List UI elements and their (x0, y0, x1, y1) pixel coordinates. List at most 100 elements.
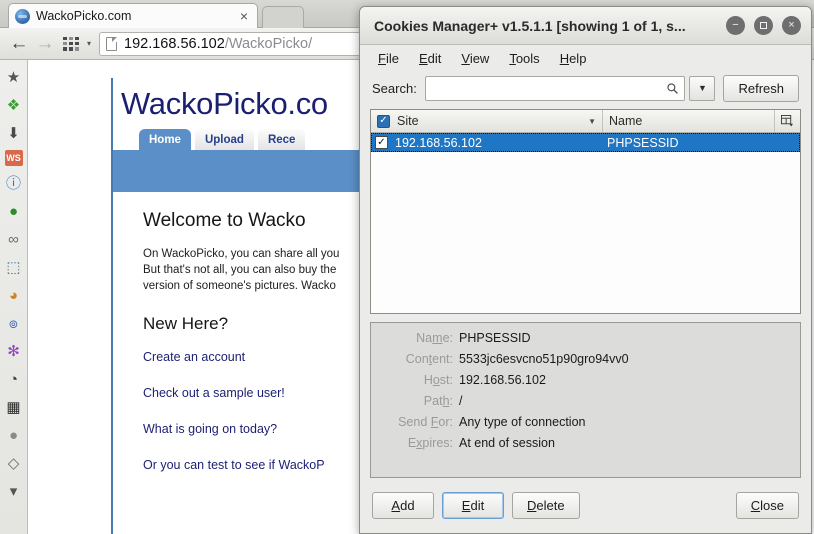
refresh-button[interactable]: Refresh (723, 74, 799, 102)
cookie-list: ✓ Site ▼ Name ✓ 192.168.56.102 PHPSESSID (370, 109, 801, 314)
detail-row: Host: 192.168.56.102 (371, 373, 790, 387)
forward-arrow-icon: → (35, 33, 55, 54)
cookie-icon[interactable]: ◔ (3, 368, 25, 390)
detail-row: Expires: At end of session (371, 436, 790, 450)
detail-row: Name: PHPSESSID (371, 331, 790, 345)
blue-swirl-icon[interactable]: ๏ (3, 312, 25, 334)
menu-item-tools[interactable]: Tools (501, 48, 547, 69)
grid-box-icon[interactable]: ▦ (3, 396, 25, 418)
dialog-menubar: File Edit View Tools Help (360, 45, 811, 71)
detail-row: Send For: Any type of connection (371, 415, 790, 429)
cookie-list-body: ✓ 192.168.56.102 PHPSESSID (371, 133, 800, 313)
search-dropdown-button[interactable]: ▼ (689, 75, 716, 101)
column-picker-icon (781, 115, 794, 127)
column-header-name-label: Name (609, 114, 643, 128)
refresh-button-label: Refresh (738, 80, 784, 96)
new-tab-button[interactable] (262, 6, 304, 28)
close-button[interactable]: × (782, 16, 801, 35)
detail-label: Content: (405, 352, 453, 366)
wackopicko-page: WackoPicko.co Home Upload Rece Welcome to … (111, 78, 401, 534)
detail-value: At end of session (459, 436, 555, 450)
cookie-detail-panel: Name: PHPSESSID Content: 5533jc6esvcno51p90… (370, 322, 801, 478)
detail-row: Path: / (371, 394, 790, 408)
page-document-icon (106, 36, 118, 51)
close-icon: × (788, 19, 795, 31)
page-tab-home[interactable]: Home (139, 129, 191, 150)
url-host: 192.168.56.102 (124, 35, 225, 52)
minimize-button[interactable]: − (726, 16, 745, 35)
bookmark-star-icon[interactable]: ★ (3, 66, 25, 88)
row-site: 192.168.56.102 (395, 135, 482, 150)
menu-item-help[interactable]: Help (552, 48, 595, 69)
page-tab-upload[interactable]: Upload (194, 129, 254, 150)
page-banner (113, 150, 399, 192)
dialog-title: Cookies Manager+ v1.5.1.1 [showing 1 of … (374, 17, 686, 34)
grid-icon (63, 36, 79, 51)
chevron-down-icon[interactable]: ▾ (87, 39, 91, 48)
search-input[interactable] (430, 80, 667, 96)
menu-item-view[interactable]: View (453, 48, 497, 69)
download-arrow-icon[interactable]: ⬇ (3, 122, 25, 144)
info-bubble-icon[interactable]: ⓘ (3, 172, 25, 194)
search-row: Search: ▼ Refresh (360, 71, 811, 105)
dialog-titlebar[interactable]: Cookies Manager+ v1.5.1.1 [showing 1 of … (360, 7, 811, 45)
purple-bug-icon[interactable]: ✻ (3, 340, 25, 362)
menu-item-file[interactable]: File (370, 48, 407, 69)
page-tabs: Home Upload Rece (113, 124, 399, 150)
delete-button[interactable]: Delete (512, 492, 580, 519)
page-body: Welcome to Wacko On WackoPicko, you can … (113, 192, 399, 472)
search-label: Search: (372, 80, 417, 96)
dialog-button-bar: Add Edit Delete Close (360, 478, 811, 533)
select-all-checkbox[interactable]: ✓ (377, 114, 390, 128)
detail-label: Host: (423, 373, 453, 387)
close-dialog-button[interactable]: Close (735, 492, 799, 519)
puzzle-addon-icon[interactable]: ❖ (3, 94, 25, 116)
overflow-chevron-icon[interactable]: ▾ (3, 480, 25, 502)
page-tab-rece[interactable]: Rece (257, 129, 306, 150)
detail-value: 192.168.56.102 (459, 373, 546, 387)
column-header-site-label: Site (397, 114, 419, 128)
close-icon[interactable]: × (237, 9, 251, 23)
globe-icon (15, 8, 30, 24)
chevron-down-icon: ▼ (698, 83, 707, 93)
table-row[interactable]: ✓ 192.168.56.102 PHPSESSID (371, 133, 800, 152)
back-button[interactable]: ← (6, 31, 32, 57)
edit-button[interactable]: Edit (442, 492, 504, 519)
detail-label: Name: (416, 331, 453, 345)
search-box[interactable] (424, 75, 686, 101)
column-picker-button[interactable] (775, 110, 800, 132)
detail-row: Content: 5533jc6esvcno51p90gro94vv0 (371, 352, 790, 366)
column-header-name[interactable]: Name (603, 110, 775, 132)
sort-descending-icon: ▼ (588, 116, 596, 126)
apps-grid-button[interactable] (58, 31, 84, 57)
chain-link-icon[interactable]: ∞ (3, 228, 25, 250)
cookies-manager-dialog: Cookies Manager+ v1.5.1.1 [showing 1 of … (359, 6, 812, 534)
url-path: /WackoPicko/ (224, 35, 313, 52)
maximize-icon (760, 22, 767, 29)
back-arrow-icon: ← (9, 33, 29, 54)
detail-label: Path: (423, 394, 453, 408)
minimize-icon: − (732, 19, 739, 31)
detail-value: / (459, 394, 463, 408)
sphere-menu-icon[interactable]: ● (3, 424, 25, 446)
websecurify-icon[interactable]: WS (4, 150, 23, 166)
detail-value: Any type of connection (459, 415, 586, 429)
forward-button[interactable]: → (32, 31, 58, 57)
window-controls: − × (726, 16, 801, 35)
browser-tab[interactable]: WackoPicko.com × (8, 3, 258, 28)
add-button[interactable]: Add (372, 492, 434, 519)
detail-label: Send For: (398, 415, 453, 429)
cookie-list-header: ✓ Site ▼ Name (371, 110, 800, 133)
search-icon (667, 82, 679, 94)
cursor-box-icon[interactable]: ⬚ (3, 256, 25, 278)
paint-bucket-icon[interactable]: ◇ (3, 452, 25, 474)
green-globe-icon[interactable]: ● (3, 200, 25, 222)
column-header-site[interactable]: ✓ Site ▼ (371, 110, 603, 132)
row-name: PHPSESSID (607, 135, 679, 150)
row-checkbox[interactable]: ✓ (375, 136, 388, 149)
maximize-button[interactable] (754, 16, 773, 35)
page-logo: WackoPicko.co (121, 86, 328, 121)
menu-item-edit[interactable]: Edit (411, 48, 449, 69)
detail-value: 5533jc6esvcno51p90gro94vv0 (459, 352, 629, 366)
user-avatar-icon[interactable]: ◕ (3, 284, 25, 306)
